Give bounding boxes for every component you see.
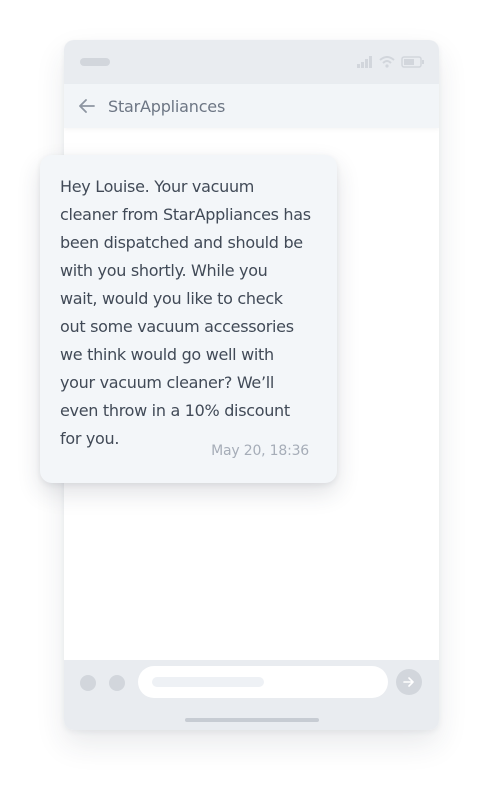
back-button[interactable] (78, 97, 96, 115)
status-placeholder (80, 58, 110, 66)
message-text: Hey Louise. Your vacuum cleaner from Sta… (60, 177, 311, 448)
chat-header: StarAppliances (64, 84, 439, 128)
message-input[interactable] (138, 666, 388, 698)
contact-name: StarAppliances (108, 96, 226, 116)
attachment-dot-icon[interactable] (80, 675, 96, 691)
message-timestamp: May 20, 18:36 (211, 443, 309, 459)
arrow-left-icon (79, 99, 95, 113)
wifi-icon (379, 56, 395, 68)
composer-bar (64, 660, 439, 730)
status-icons (357, 55, 425, 69)
arrow-right-icon (403, 677, 414, 687)
input-placeholder (152, 677, 264, 687)
battery-icon (401, 56, 424, 68)
status-bar (64, 40, 439, 84)
signal-icon (357, 56, 372, 68)
home-indicator[interactable] (185, 718, 319, 722)
send-button[interactable] (396, 669, 422, 695)
emoji-dot-icon[interactable] (109, 675, 125, 691)
message-bubble: Hey Louise. Your vacuum cleaner from Sta… (40, 155, 337, 483)
